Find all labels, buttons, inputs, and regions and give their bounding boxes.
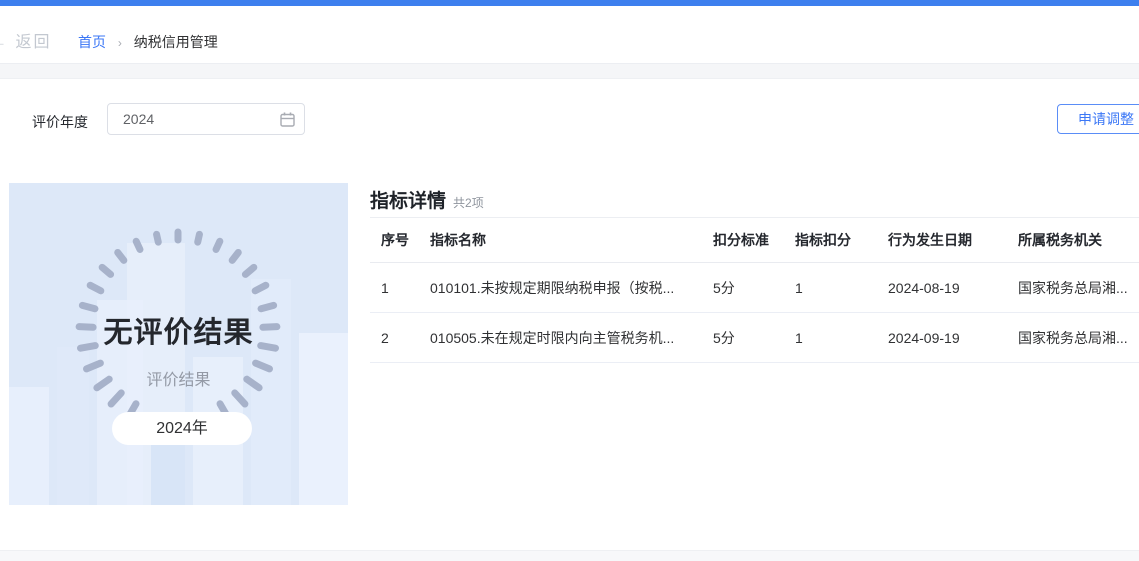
cell-deduction-standard: 5分 <box>702 263 784 313</box>
back-label: 返回 <box>15 34 51 51</box>
cell-indicator-deduction: 1 <box>784 263 877 313</box>
table-row: 1 010101.未按规定期限纳税申报（按税... 5分 1 2024-08-1… <box>370 263 1139 313</box>
cell-occurrence-date: 2024-09-19 <box>877 313 1007 363</box>
cell-seq: 2 <box>370 313 419 363</box>
breadcrumb-current: 纳税信用管理 <box>134 34 218 50</box>
col-header-seq: 序号 <box>370 218 419 263</box>
cell-deduction-standard: 5分 <box>702 313 784 363</box>
cell-occurrence-date: 2024-08-19 <box>877 263 1007 313</box>
col-header-tax-authority: 所属税务机关 <box>1007 218 1139 263</box>
breadcrumb: 首页 › 纳税信用管理 <box>78 32 218 52</box>
col-header-indicator-name: 指标名称 <box>419 218 702 263</box>
breadcrumb-home-link[interactable]: 首页 <box>78 34 106 50</box>
year-picker <box>107 103 305 135</box>
indicators-count: 共2项 <box>453 196 484 210</box>
year-filter-label: 评价年度 <box>32 112 88 132</box>
section-divider-band <box>0 63 1139 79</box>
result-caption: 评价结果 <box>9 366 348 390</box>
year-input[interactable] <box>107 103 305 135</box>
city-silhouette <box>9 387 49 505</box>
calendar-icon[interactable] <box>280 112 295 127</box>
back-button[interactable]: ← 返回 <box>0 28 51 52</box>
col-header-occurrence-date: 行为发生日期 <box>877 218 1007 263</box>
table-row: 2 010505.未在规定时限内向主管税务机... 5分 1 2024-09-1… <box>370 313 1139 363</box>
evaluation-result-card: 无评价结果 评价结果 2024年 <box>9 183 348 505</box>
cell-seq: 1 <box>370 263 419 313</box>
indicators-title-text: 指标详情 <box>370 191 446 212</box>
cell-indicator-name: 010101.未按规定期限纳税申报（按税... <box>419 263 702 313</box>
year-badge: 2024年 <box>112 412 252 445</box>
breadcrumb-separator: › <box>118 36 122 50</box>
city-silhouette <box>299 333 348 505</box>
col-header-deduction-standard: 扣分标准 <box>702 218 784 263</box>
indicators-table: 序号 指标名称 扣分标准 指标扣分 行为发生日期 所属税务机关 1 010101… <box>370 217 1139 363</box>
breadcrumb-header: ← 返回 首页 › 纳税信用管理 <box>0 6 1139 63</box>
table-header-row: 序号 指标名称 扣分标准 指标扣分 行为发生日期 所属税务机关 <box>370 218 1139 263</box>
indicators-title: 指标详情共2项 <box>370 186 484 213</box>
cell-tax-authority: 国家税务总局湘... <box>1007 313 1139 363</box>
col-header-indicator-deduction: 指标扣分 <box>784 218 877 263</box>
back-arrow-icon: ← <box>0 32 9 51</box>
cell-indicator-name: 010505.未在规定时限内向主管税务机... <box>419 313 702 363</box>
no-result-text: 无评价结果 <box>9 309 348 351</box>
cell-indicator-deduction: 1 <box>784 313 877 363</box>
apply-adjustment-button[interactable]: 申请调整 <box>1057 104 1139 134</box>
bottom-strip <box>0 550 1139 561</box>
cell-tax-authority: 国家税务总局湘... <box>1007 263 1139 313</box>
